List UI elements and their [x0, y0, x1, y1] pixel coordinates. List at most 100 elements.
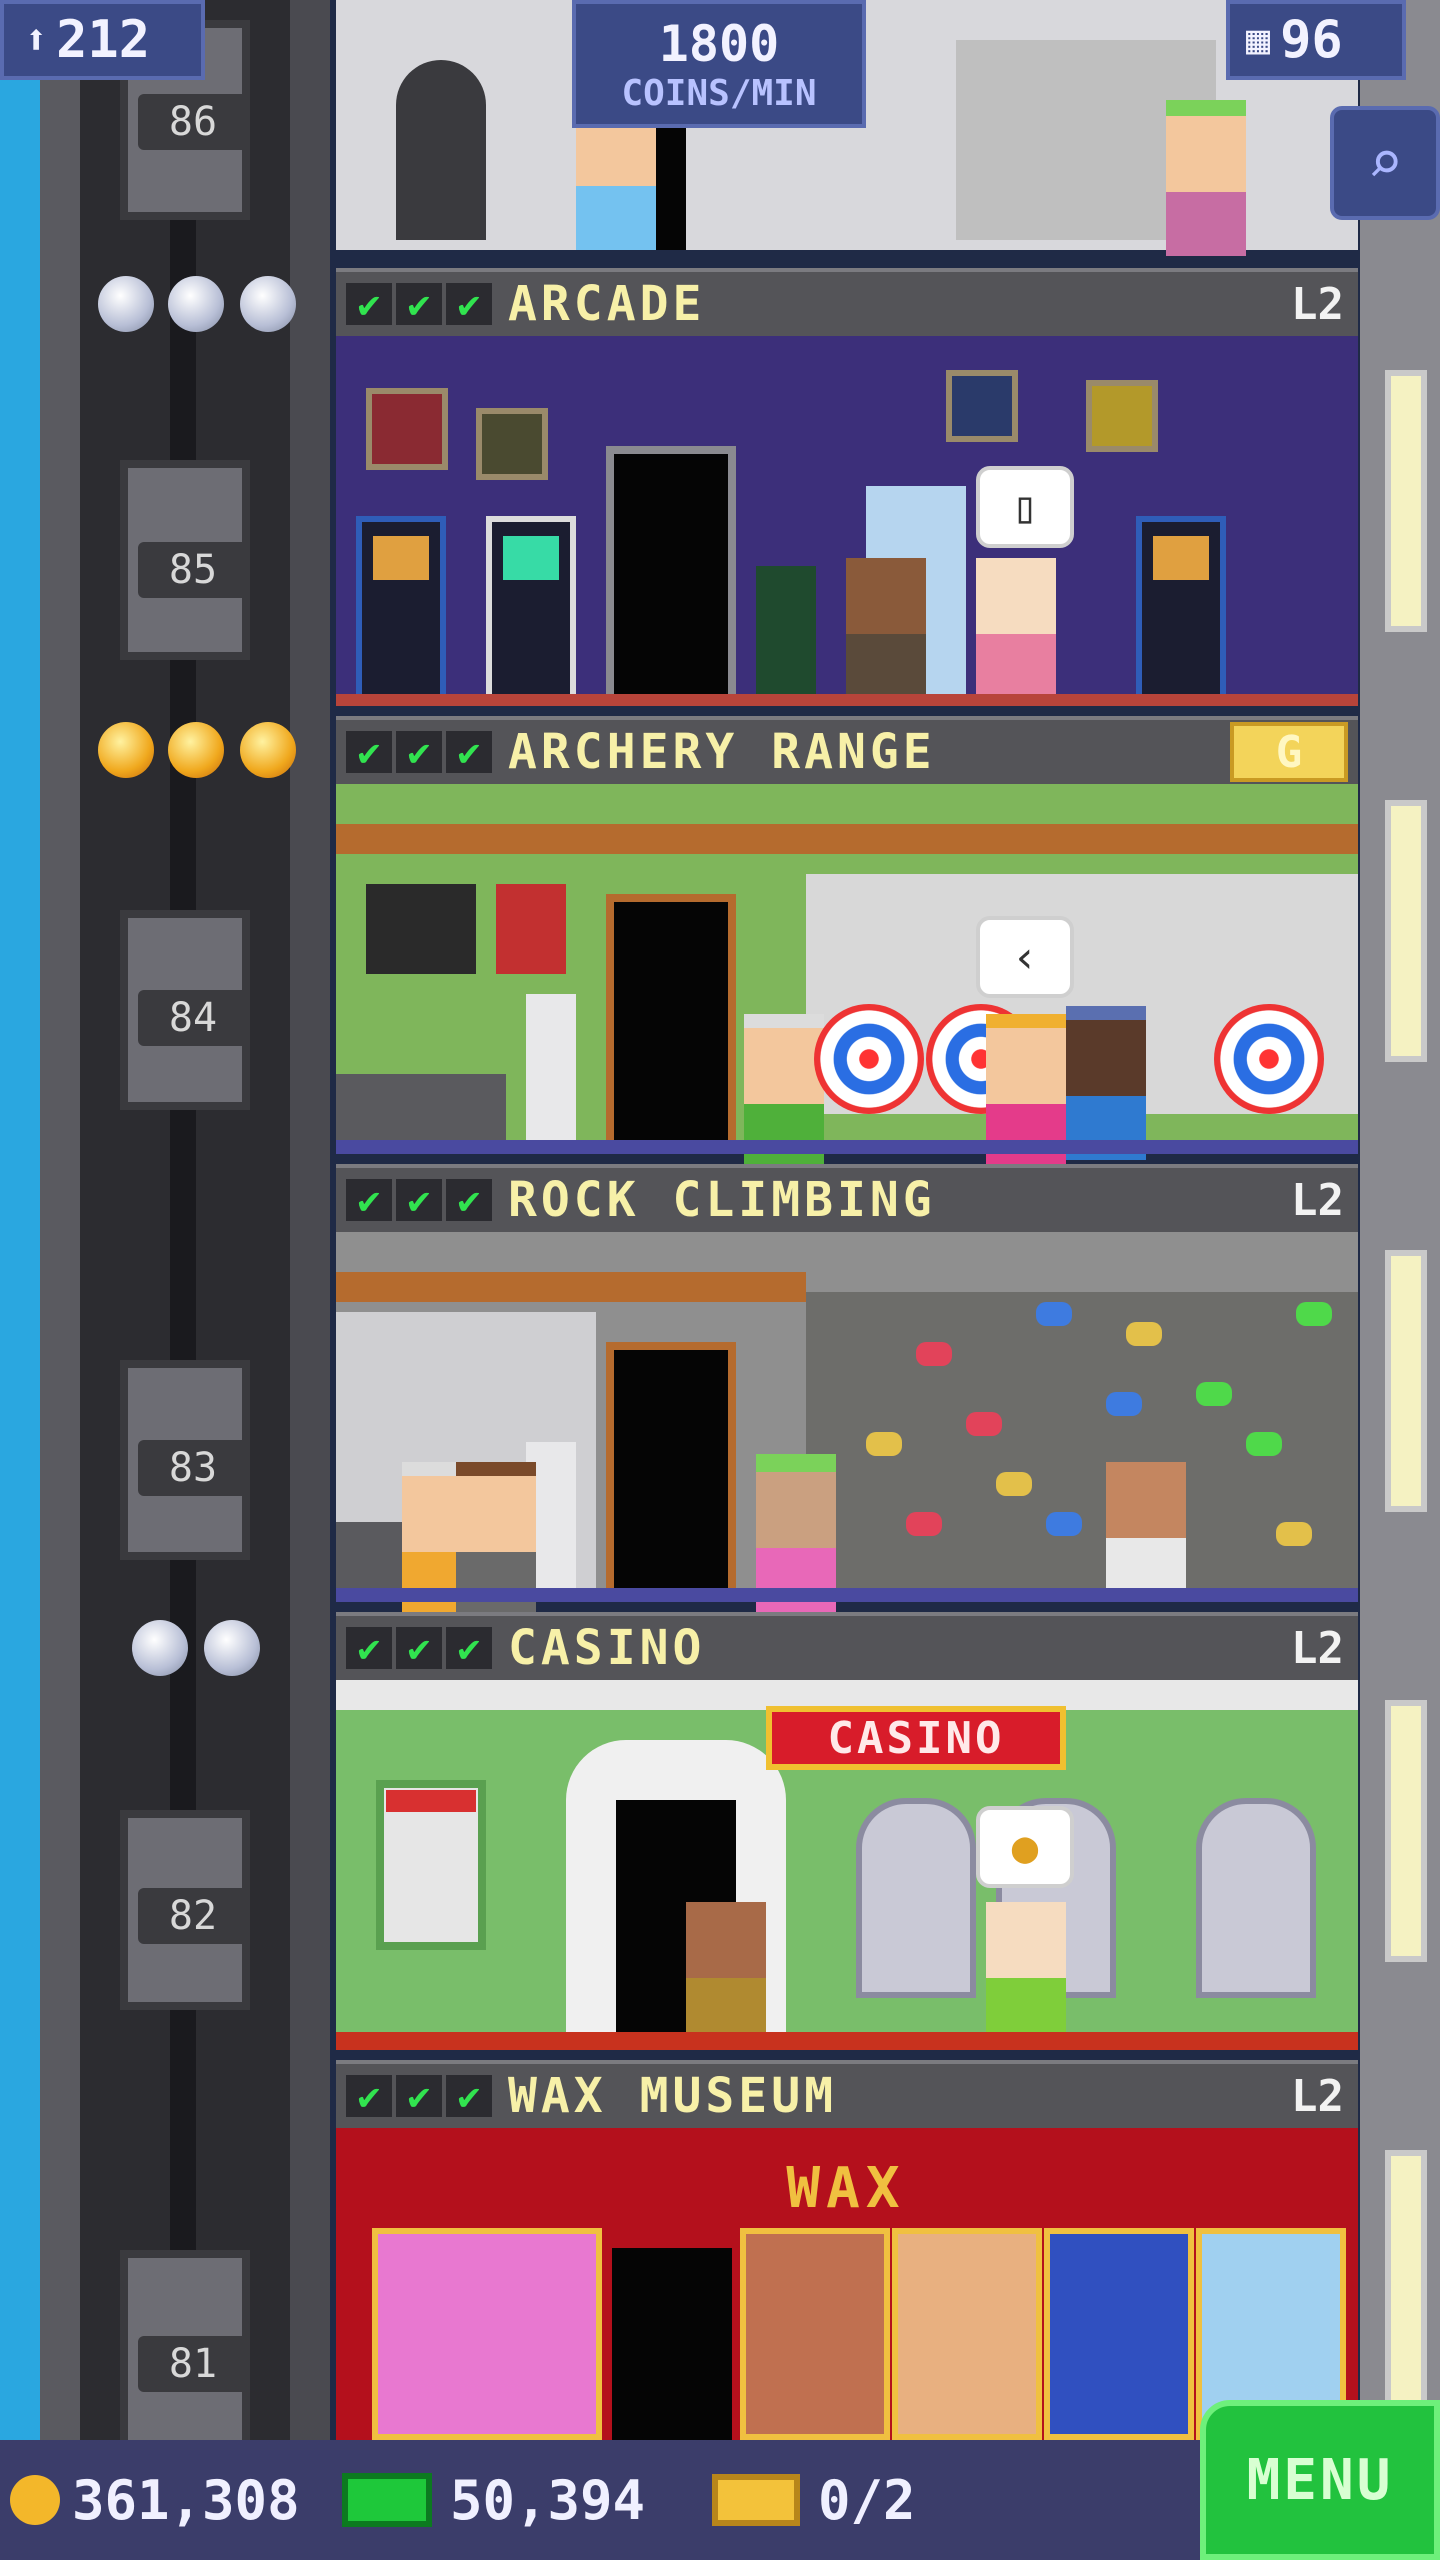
tenant-avatar[interactable]: [744, 1014, 824, 1168]
room-arcade[interactable]: ▯: [336, 336, 1358, 706]
bux-icon: [342, 2473, 432, 2527]
elevator-floor-label: 85: [138, 542, 248, 598]
tenant-avatar[interactable]: [576, 110, 656, 250]
tenant-avatar[interactable]: [1066, 1006, 1146, 1160]
sky-strip: [0, 0, 40, 2440]
tenant-avatar[interactable]: [756, 1454, 836, 1612]
floor-header-arcade[interactable]: ✔ ✔ ✔ ARCADE L2: [336, 268, 1358, 336]
elevator-floor-label: 82: [138, 1888, 248, 1944]
exhibit-panel: [740, 2228, 890, 2440]
exhibit-panel: [892, 2228, 1042, 2440]
coins-per-min-panel[interactable]: 1800 COINS/MIN: [572, 0, 866, 128]
tenant-avatar[interactable]: [1106, 1462, 1186, 1602]
climbing-hold: [966, 1412, 1002, 1436]
arcade-cabinet: [1136, 516, 1226, 706]
elevator-floor-label: 86: [138, 94, 248, 150]
wall-light: [1385, 2150, 1427, 2412]
floor-name: ARCADE: [508, 276, 706, 332]
shaft-rail-left: [40, 0, 80, 2440]
tenant-avatar[interactable]: [976, 558, 1056, 698]
coin-icon: [10, 2475, 60, 2525]
archery-target-icon: [1214, 1004, 1324, 1114]
room-door: [612, 2248, 732, 2440]
shaft-rail-right: [290, 0, 330, 2440]
check-icon: ✔: [446, 730, 492, 774]
floor-level: L2: [1291, 1174, 1344, 1226]
menu-button[interactable]: MENU: [1200, 2400, 1440, 2560]
exhibit-panel: [372, 2228, 602, 2440]
bux-balance[interactable]: 50,394: [342, 2460, 702, 2540]
check-icon: ✔: [346, 1626, 392, 1670]
elevator-cable: [170, 0, 196, 2440]
wall-light: [1385, 370, 1427, 632]
poster-icon: [1086, 380, 1158, 452]
elevator-floor-label: 81: [138, 2336, 248, 2392]
check-icon: ✔: [346, 730, 392, 774]
floor-header-archery-range[interactable]: ✔ ✔ ✔ ARCHERY RANGE G: [336, 716, 1358, 784]
room-casino[interactable]: CASINO ●: [336, 1680, 1358, 2050]
speech-bubble[interactable]: ‹: [976, 916, 1074, 998]
checks: ✔ ✔ ✔: [346, 1178, 492, 1222]
poster-icon: [366, 388, 448, 470]
room-door: [606, 446, 736, 706]
climbing-hold: [906, 1512, 942, 1536]
room-archery-range[interactable]: ‹: [336, 784, 1358, 1168]
speech-bubble[interactable]: ●: [976, 1806, 1074, 1888]
climbing-hold: [1196, 1382, 1232, 1406]
check-icon: ✔: [396, 282, 442, 326]
check-icon: ✔: [396, 1626, 442, 1670]
search-button[interactable]: ⌕: [1330, 106, 1440, 220]
tenant-avatar[interactable]: [456, 1462, 536, 1616]
floor-level: L2: [1291, 2070, 1344, 2122]
climbing-hold: [996, 1472, 1032, 1496]
floor-level: L2: [1291, 278, 1344, 330]
tickets-counter[interactable]: 0/2: [712, 2460, 1012, 2540]
checks: ✔ ✔ ✔: [346, 2074, 492, 2118]
coins-balance[interactable]: 361,308: [10, 2460, 370, 2540]
floor-header-wax-museum[interactable]: ✔ ✔ ✔ WAX MUSEUM L2: [336, 2060, 1358, 2128]
wood-beam: [336, 1272, 806, 1302]
tenant-avatar[interactable]: [986, 1014, 1066, 1168]
star-icon: [168, 722, 224, 778]
checks: ✔ ✔ ✔: [346, 282, 492, 326]
tenant-avatar[interactable]: [846, 558, 926, 698]
floor-header-rock-climbing[interactable]: ✔ ✔ ✔ ROCK CLIMBING L2: [336, 1164, 1358, 1232]
star-icon: [240, 276, 296, 332]
casino-sign: CASINO: [766, 1706, 1066, 1770]
star-icon: [132, 1620, 188, 1676]
check-icon: ✔: [346, 1178, 392, 1222]
tickets-value: 0/2: [818, 2468, 916, 2532]
room-door: [606, 1342, 736, 1602]
check-icon: ✔: [396, 1178, 442, 1222]
arcade-cabinet: [356, 516, 446, 706]
population-counter[interactable]: ⬆ 212: [0, 0, 205, 80]
wax-sign: WAX: [786, 2155, 906, 2221]
tenant-avatar[interactable]: [986, 1902, 1066, 2042]
ticket-icon: [712, 2474, 800, 2526]
climbing-hold: [1246, 1432, 1282, 1456]
slot-machine: [1196, 1798, 1316, 1998]
climbing-hold: [1036, 1302, 1072, 1326]
magnifier-icon: ⌕: [1366, 128, 1404, 198]
climbing-hold: [1296, 1302, 1332, 1326]
check-icon: ✔: [446, 282, 492, 326]
poster-icon: [476, 408, 548, 480]
floor-trim: [336, 2032, 1358, 2050]
climbing-hold: [866, 1432, 902, 1456]
room-door: [606, 894, 736, 1154]
room-wax-museum[interactable]: WAX: [336, 2128, 1358, 2440]
floor-name: WAX MUSEUM: [508, 2068, 837, 2124]
tenant-avatar[interactable]: [686, 1902, 766, 2042]
tenant-avatar[interactable]: [1166, 100, 1246, 256]
room-rock-climbing[interactable]: [336, 1232, 1358, 1616]
star-icon: [168, 276, 224, 332]
floor-trim: [336, 694, 1358, 706]
cashier-sign: [386, 1790, 476, 1812]
archery-target-icon: [814, 1004, 924, 1114]
floor-header-casino[interactable]: ✔ ✔ ✔ CASINO L2: [336, 1612, 1358, 1680]
speech-bubble[interactable]: ▯: [976, 466, 1074, 548]
arcade-cabinet: [486, 516, 576, 706]
right-wall: [1360, 0, 1440, 2440]
floor-count-badge[interactable]: ▦ 96: [1226, 0, 1406, 80]
check-icon: ✔: [396, 2074, 442, 2118]
